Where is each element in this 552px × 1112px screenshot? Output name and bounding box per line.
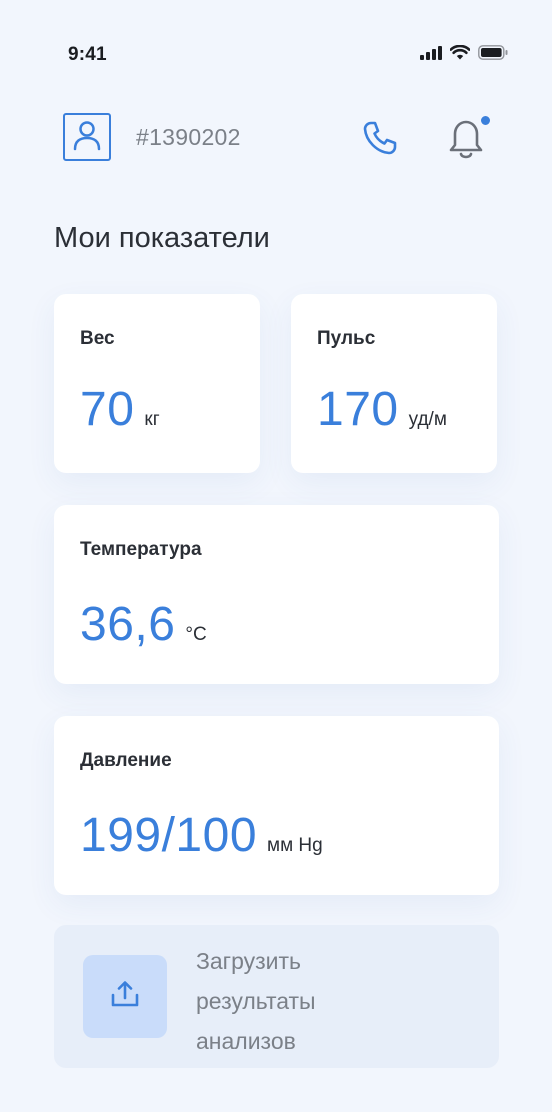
metric-label: Пульс [317, 328, 376, 349]
metric-card-pressure[interactable]: Давление 199/100 мм Hg [54, 716, 499, 895]
metric-unit: мм Hg [267, 835, 323, 856]
metric-unit: °C [185, 624, 207, 645]
metric-label: Давление [80, 750, 172, 771]
status-time: 9:41 [68, 44, 107, 65]
cellular-signal-icon [420, 45, 442, 65]
screen: 9:41 #1390202 Мои показатели Вес 70 кг П… [0, 0, 552, 1112]
metric-card-weight[interactable]: Вес 70 кг [54, 294, 260, 473]
metric-card-temperature[interactable]: Температура 36,6 °C [54, 505, 499, 684]
bell-icon [444, 120, 488, 166]
metric-value: 70 [80, 383, 135, 436]
metric-unit: кг [144, 409, 160, 430]
metric-value-row: 199/100 мм Hg [80, 808, 323, 863]
metric-value-row: 36,6 °C [80, 597, 207, 652]
notifications-button[interactable] [444, 114, 492, 164]
upload-results-button[interactable]: Загрузить результаты анализов [54, 925, 499, 1068]
upload-icon-box [83, 955, 167, 1038]
call-button[interactable] [362, 120, 398, 156]
patient-id: #1390202 [136, 124, 241, 150]
metric-label: Температура [80, 539, 202, 560]
metric-unit: уд/м [408, 409, 447, 430]
metric-label: Вес [80, 328, 115, 349]
metric-card-pulse[interactable]: Пульс 170 уд/м [291, 294, 497, 473]
phone-icon [362, 121, 398, 160]
status-icons [420, 44, 508, 65]
user-profile-icon [72, 119, 102, 156]
metric-value: 170 [317, 383, 399, 436]
metric-value-row: 70 кг [80, 382, 160, 437]
metric-value-row: 170 уд/м [317, 382, 447, 437]
profile-button[interactable] [63, 113, 111, 161]
metric-value: 199/100 [80, 809, 258, 862]
upload-label: Загрузить результаты анализов [196, 948, 316, 1054]
battery-icon [478, 45, 508, 65]
upload-icon [110, 980, 140, 1013]
notification-badge [479, 114, 492, 127]
metric-value: 36,6 [80, 598, 176, 651]
wifi-icon [449, 44, 471, 65]
section-title: Мои показатели [54, 222, 270, 254]
